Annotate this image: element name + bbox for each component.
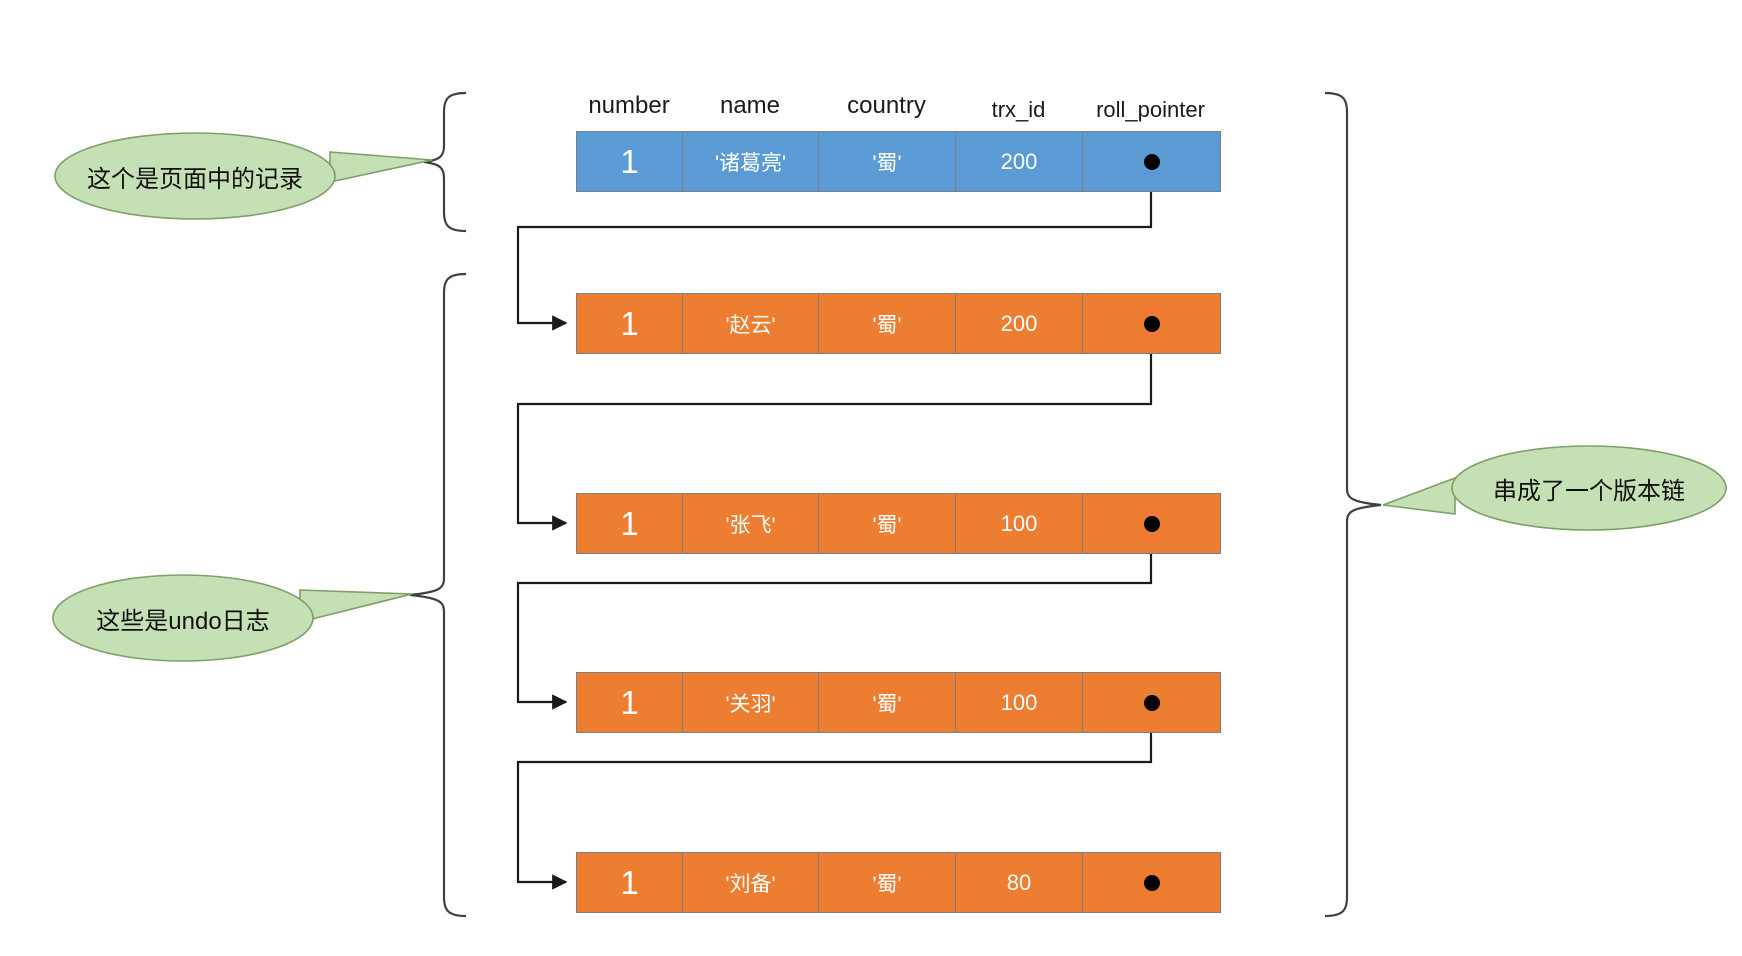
cell-trx-id: 200	[956, 294, 1083, 353]
column-header-number: number	[588, 92, 670, 119]
cell-roll-pointer	[1083, 294, 1220, 353]
cell-trx-id: 80	[956, 853, 1083, 912]
cell-number: 1	[577, 494, 683, 553]
cell-country: '蜀'	[819, 294, 956, 353]
cell-name: '关羽'	[683, 673, 819, 732]
callout-undo-note-label: 这些是undo日志	[96, 607, 270, 635]
undo-log-row-2[interactable]: 1 '张飞' '蜀' 100	[576, 493, 1221, 554]
diagram-canvas: number name country trx_id roll_pointer …	[0, 0, 1742, 956]
cell-name: '赵云'	[683, 294, 819, 353]
cell-number: 1	[577, 853, 683, 912]
cell-name: '刘备'	[683, 853, 819, 912]
cell-country: '蜀'	[819, 673, 956, 732]
roll-pointer-dot-icon	[1143, 515, 1160, 532]
undo-log-row-1[interactable]: 1 '赵云' '蜀' 200	[576, 293, 1221, 354]
cell-roll-pointer	[1083, 494, 1220, 553]
callout-record-note: 这个是页面中的记录	[55, 153, 335, 199]
cell-country: '蜀'	[819, 132, 956, 191]
roll-pointer-dot-icon	[1143, 874, 1160, 891]
cell-number: 1	[577, 673, 683, 732]
cell-trx-id: 200	[956, 132, 1083, 191]
bracket-undo-logs	[409, 272, 467, 918]
column-header-country: country	[847, 92, 926, 119]
callout-chain-note: 串成了一个版本链	[1459, 465, 1719, 511]
cell-name: '张飞'	[683, 494, 819, 553]
cell-country: '蜀'	[819, 853, 956, 912]
cell-roll-pointer	[1083, 673, 1220, 732]
callout-chain-note-label: 串成了一个版本链	[1493, 477, 1685, 505]
roll-pointer-dot-icon	[1143, 315, 1160, 332]
cell-name: '诸葛亮'	[683, 132, 819, 191]
cell-roll-pointer	[1083, 853, 1220, 912]
cell-country: '蜀'	[819, 494, 956, 553]
cell-roll-pointer	[1083, 132, 1220, 191]
undo-log-row-4[interactable]: 1 '刘备' '蜀' 80	[576, 852, 1221, 913]
roll-pointer-dot-icon	[1143, 153, 1160, 170]
callout-undo-note: 这些是undo日志	[53, 595, 313, 641]
cell-trx-id: 100	[956, 494, 1083, 553]
cell-number: 1	[577, 132, 683, 191]
callout-record-note-label: 这个是页面中的记录	[87, 165, 303, 193]
column-header-roll-pointer: roll_pointer	[1096, 97, 1205, 122]
column-header-trx-id: trx_id	[991, 97, 1046, 122]
bracket-version-chain	[1324, 91, 1382, 918]
page-record-row[interactable]: 1 '诸葛亮' '蜀' 200	[576, 131, 1221, 192]
bracket-record	[423, 91, 467, 233]
roll-pointer-dot-icon	[1143, 694, 1160, 711]
column-header-name: name	[719, 92, 781, 119]
undo-log-row-3[interactable]: 1 '关羽' '蜀' 100	[576, 672, 1221, 733]
cell-trx-id: 100	[956, 673, 1083, 732]
cell-number: 1	[577, 294, 683, 353]
